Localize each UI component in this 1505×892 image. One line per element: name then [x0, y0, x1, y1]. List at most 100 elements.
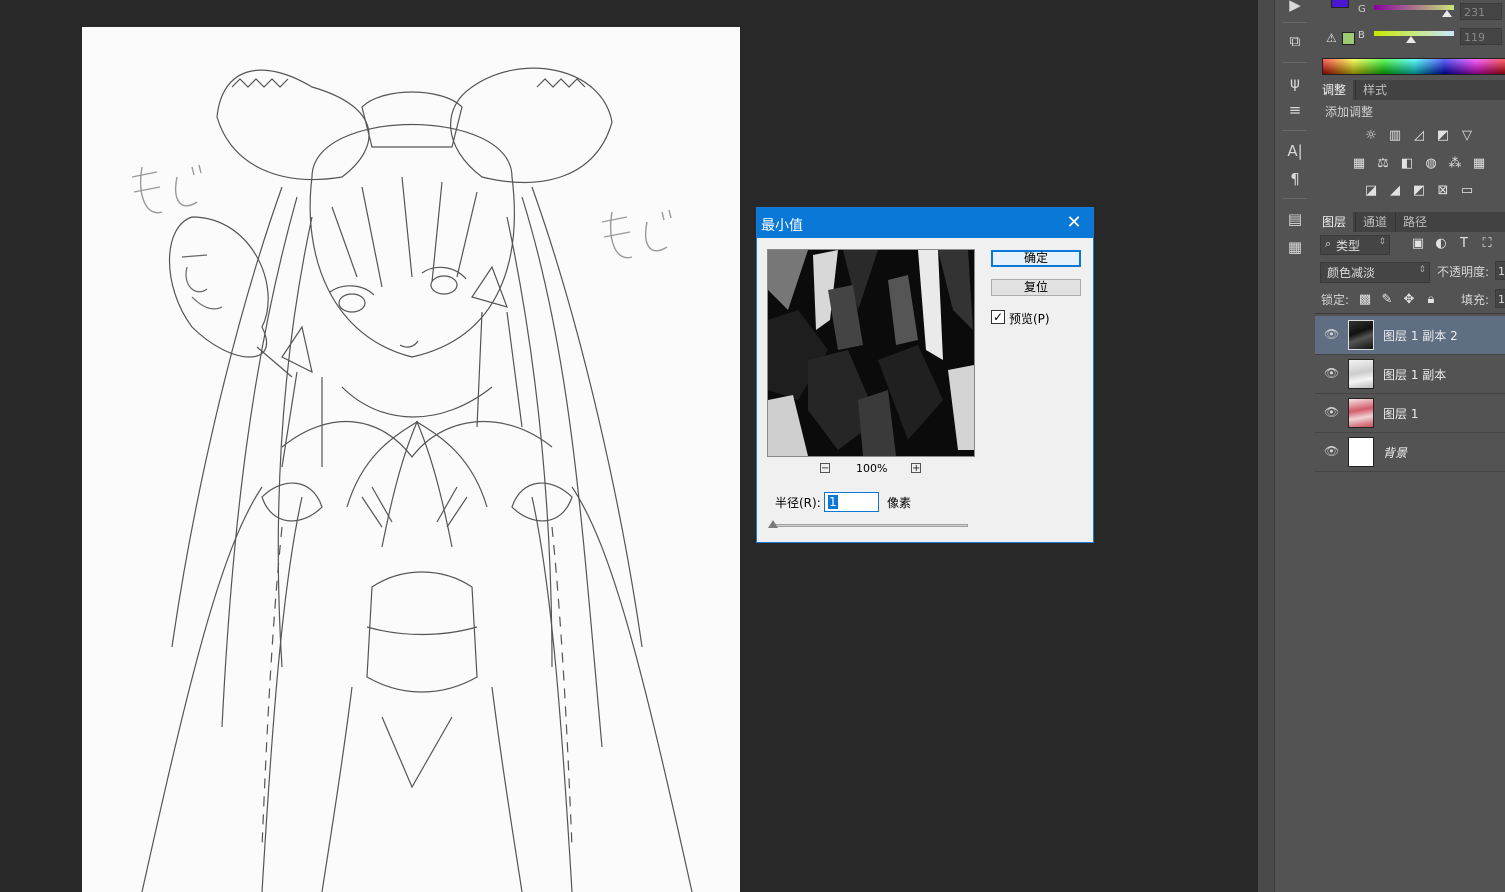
character-icon[interactable]: A| [1283, 140, 1307, 162]
photo-filter-icon[interactable]: ◍ [1422, 156, 1440, 172]
dock-edge [1258, 0, 1274, 892]
filter-type-icon[interactable]: T [1455, 236, 1473, 252]
color-b-value[interactable]: 119 [1460, 28, 1502, 45]
preview-checkbox[interactable]: ✓ [991, 310, 1005, 324]
brush-icon[interactable]: ψ [1283, 72, 1307, 94]
visibility-eye-icon[interactable]: 👁︎ [1324, 327, 1339, 341]
divider [1315, 313, 1505, 314]
layer-filter-select[interactable]: ⌕ 类型 ⇕ [1320, 235, 1390, 255]
color-g-value[interactable]: 231 [1460, 3, 1502, 20]
minimum-filter-dialog: 最小值 ✕ − 100% + 确定 复位 ✓ 预览(P) 半径(R): 1 像素 [756, 207, 1094, 543]
add-adjustment-heading: 添加调整 [1325, 105, 1374, 119]
properties-icon[interactable]: ▤ [1283, 208, 1307, 230]
layer-row[interactable]: 👁︎ 图层 1 副本 2 [1315, 316, 1505, 355]
divider [1283, 198, 1307, 199]
tab-layers[interactable]: 图层 [1315, 212, 1354, 232]
lock-transparent-icon[interactable]: ▩ [1356, 292, 1374, 308]
vibrance-icon[interactable]: ▽ [1458, 128, 1476, 144]
layer-thumbnail [1348, 398, 1374, 428]
fill-label: 填充: [1461, 293, 1490, 307]
visibility-eye-icon[interactable]: 👁︎ [1324, 444, 1339, 458]
channel-mixer-icon[interactable]: ⁂ [1446, 156, 1464, 172]
curves-icon[interactable]: ◿ [1410, 128, 1428, 144]
preview-image [768, 250, 974, 456]
divider [1283, 22, 1307, 23]
layer-name[interactable]: 图层 1 副本 2 [1383, 327, 1458, 344]
tab-paths[interactable]: 路径 [1395, 212, 1434, 232]
radius-value: 1 [828, 495, 838, 509]
hue-saturation-icon[interactable]: ▦ [1350, 156, 1368, 172]
divider [1283, 62, 1307, 63]
layer-row[interactable]: 👁︎ 图层 1 副本 [1315, 355, 1505, 394]
exposure-icon[interactable]: ◩ [1434, 128, 1452, 144]
zoom-out-icon[interactable]: − [820, 463, 830, 474]
lock-all-icon[interactable]: 🔒︎ [1422, 292, 1440, 308]
play-icon[interactable]: ▶ [1283, 0, 1307, 16]
gradient-map-icon[interactable]: ▭ [1458, 183, 1476, 199]
radius-slider-track[interactable] [771, 524, 968, 527]
levels-icon[interactable]: ▥ [1386, 128, 1404, 144]
lock-paint-icon[interactable]: ✎ [1378, 292, 1396, 308]
foreground-swatch[interactable] [1331, 0, 1349, 8]
blend-mode-value: 颜色减淡 [1327, 266, 1376, 280]
radius-slider-handle[interactable] [768, 520, 778, 528]
layer-thumbnail [1348, 359, 1374, 389]
lock-label: 锁定: [1321, 293, 1350, 307]
reset-button[interactable]: 复位 [991, 279, 1081, 296]
ok-button[interactable]: 确定 [991, 250, 1081, 267]
threshold-icon[interactable]: ◩ [1410, 183, 1428, 199]
zoom-level: 100% [856, 462, 888, 475]
paragraph-icon[interactable]: ¶ [1283, 168, 1307, 190]
adjustments-tabs: 调整 样式 [1315, 80, 1505, 100]
radius-unit: 像素 [887, 496, 912, 510]
color-spectrum-bar[interactable] [1322, 58, 1505, 75]
cube-icon[interactable]: ⧉ [1283, 30, 1307, 52]
color-balance-icon[interactable]: ⚖ [1374, 156, 1392, 172]
layer-name[interactable]: 背景 [1383, 444, 1407, 461]
sliders-icon[interactable]: ≡ [1283, 99, 1307, 121]
search-icon: ⌕ [1325, 237, 1332, 250]
chevron-updown-icon: ⇕ [1378, 237, 1386, 247]
dialog-title-bar[interactable]: 最小值 ✕ [757, 208, 1093, 238]
filter-preview[interactable] [767, 249, 975, 457]
preview-checkbox-label[interactable]: 预览(P) [1009, 310, 1050, 327]
color-g-label: G [1358, 4, 1366, 15]
tab-channels[interactable]: 通道 [1355, 212, 1394, 232]
lock-move-icon[interactable]: ✥ [1400, 292, 1418, 308]
gamut-warning-icon[interactable]: ⚠ [1326, 31, 1337, 45]
tab-adjustments[interactable]: 调整 [1315, 80, 1354, 100]
black-white-icon[interactable]: ◧ [1398, 156, 1416, 172]
visibility-eye-icon[interactable]: 👁︎ [1324, 405, 1339, 419]
invert-icon[interactable]: ◪ [1362, 183, 1380, 199]
visibility-eye-icon[interactable]: 👁︎ [1324, 366, 1339, 380]
opacity-field[interactable]: 10 [1495, 261, 1505, 280]
blend-mode-select[interactable]: 颜色减淡 ⇕ [1320, 262, 1430, 283]
radius-input[interactable]: 1 [824, 492, 879, 512]
layer-row[interactable]: 👁︎ 图层 1 [1315, 394, 1505, 433]
selective-color-icon[interactable]: ⊠ [1434, 183, 1452, 199]
brightness-icon[interactable]: ☼ [1362, 128, 1380, 144]
document-canvas[interactable] [82, 27, 740, 892]
background-swatch[interactable] [1342, 32, 1355, 45]
color-g-handle[interactable] [1442, 10, 1452, 17]
layer-name[interactable]: 图层 1 副本 [1383, 366, 1446, 383]
color-b-label: B [1358, 30, 1365, 41]
layer-thumbnail [1348, 320, 1374, 350]
color-b-handle[interactable] [1406, 36, 1416, 43]
posterize-icon[interactable]: ◢ [1386, 183, 1404, 199]
panel-icon-bar: ▶ ⧉ ψ ≡ A| ¶ ▤ ▦ [1274, 0, 1316, 892]
divider [1283, 130, 1307, 131]
notes-icon[interactable]: ▦ [1283, 236, 1307, 258]
tab-styles[interactable]: 样式 [1355, 80, 1394, 100]
layer-row[interactable]: 👁︎ 背景 [1315, 433, 1505, 472]
fill-field[interactable]: 10 [1495, 289, 1505, 308]
layer-name[interactable]: 图层 1 [1383, 405, 1418, 422]
filter-pixel-icon[interactable]: ▣ [1409, 236, 1427, 252]
zoom-in-icon[interactable]: + [911, 463, 921, 474]
filter-shape-icon[interactable]: ⛶ [1478, 236, 1496, 252]
close-icon[interactable]: ✕ [1061, 211, 1087, 235]
sketch-illustration [131, 67, 693, 892]
color-lookup-icon[interactable]: ▦ [1470, 156, 1488, 172]
filter-adjustment-icon[interactable]: ◐ [1432, 236, 1450, 252]
radius-label: 半径(R): [775, 496, 821, 510]
